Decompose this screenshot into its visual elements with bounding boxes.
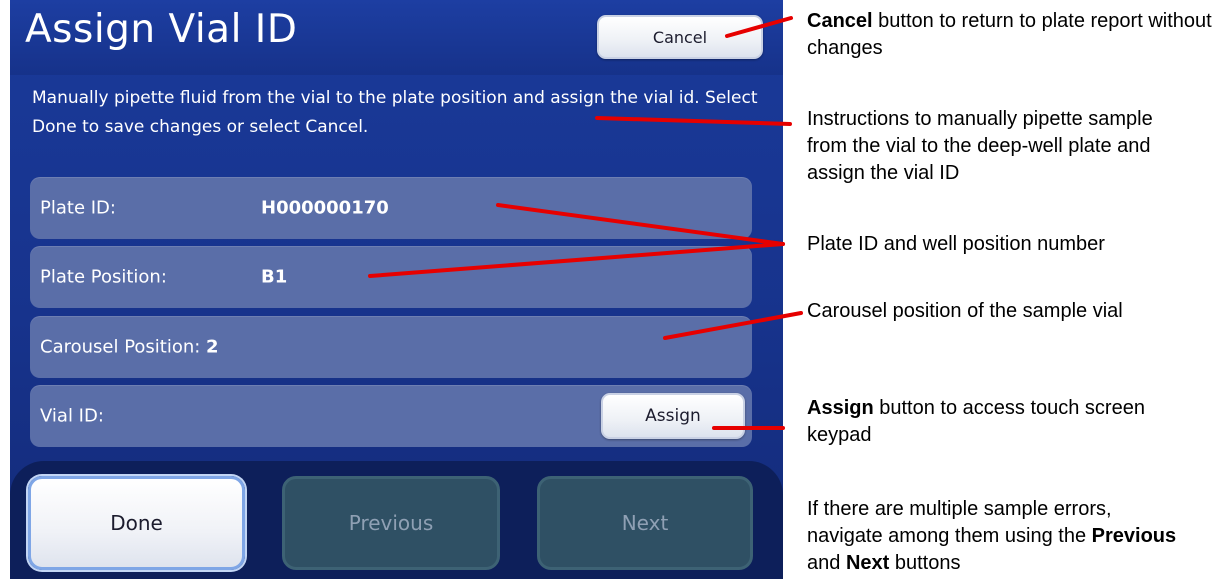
- nav-callout: If there are multiple sample errors, nav…: [807, 496, 1187, 577]
- instructions-leader-line: [595, 116, 792, 126]
- nav-callout-text-2: and: [807, 552, 846, 574]
- callout-leader-lines: [368, 16, 803, 430]
- plate-position-leader-line: [368, 242, 785, 278]
- cancel-callout-bold: Cancel: [807, 10, 873, 32]
- nav-callout-text-3: buttons: [889, 552, 961, 574]
- nav-callout-previous: Previous: [1091, 525, 1177, 547]
- carousel-callout: Carousel position of the sample vial: [807, 300, 1123, 322]
- nav-callout-text-1: If there are multiple sample errors, nav…: [807, 498, 1112, 547]
- cancel-leader-line: [725, 16, 793, 38]
- plate-callout: Plate ID and well position number: [807, 233, 1105, 255]
- plate-id-leader-line: [496, 203, 785, 246]
- carousel-leader-line: [663, 311, 803, 340]
- assign-callout: Assign button to access touch screen key…: [807, 395, 1177, 449]
- nav-callout-next: Next: [845, 552, 890, 574]
- instructions-callout: Instructions to manually pipette sample …: [807, 108, 1153, 184]
- cancel-callout: Cancel button to return to plate report …: [807, 8, 1212, 62]
- assign-callout-bold: Assign: [807, 397, 874, 419]
